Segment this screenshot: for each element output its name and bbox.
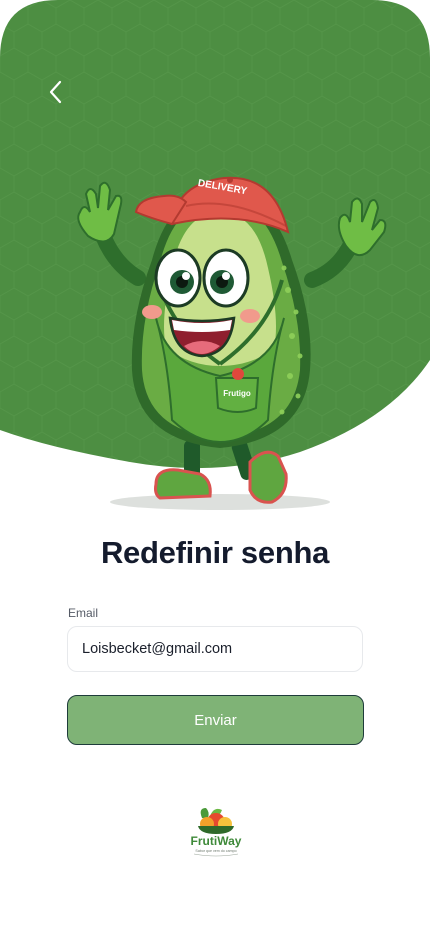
- email-label: Email: [68, 606, 99, 620]
- reset-password-screen: Frutigo DELIVERY Redefinir senha Email E…: [0, 0, 430, 932]
- brand-tagline: Sabor que vem do campo: [195, 849, 236, 853]
- frutiway-logo: FrutiWay Sabor que vem do campo: [191, 808, 242, 857]
- brand-name: FrutiWay: [191, 834, 242, 848]
- avocado-mascot-illustration: Frutigo DELIVERY: [77, 176, 387, 510]
- chevron-left-icon: [49, 80, 62, 104]
- back-button[interactable]: [38, 74, 74, 110]
- submit-button[interactable]: Enviar: [67, 695, 364, 745]
- page-title: Redefinir senha: [100, 535, 330, 570]
- pocket-logo-text: Frutigo: [223, 389, 251, 398]
- email-field[interactable]: [67, 626, 363, 672]
